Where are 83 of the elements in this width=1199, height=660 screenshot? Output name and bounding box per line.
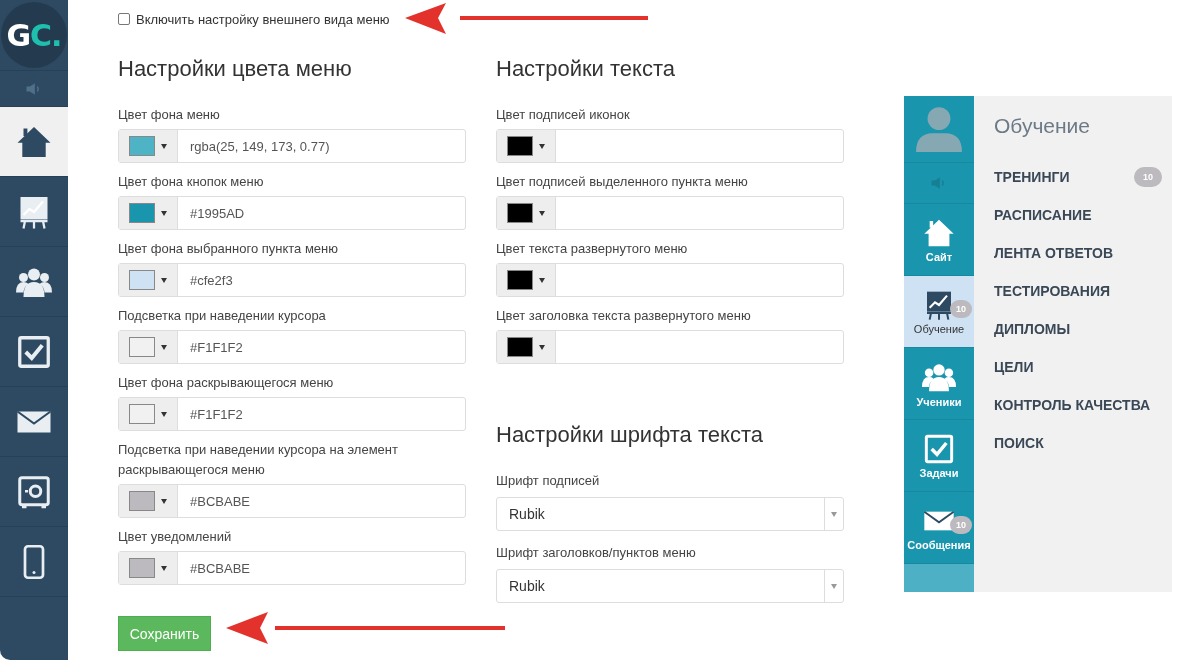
menu-item[interactable]: ЦЕЛИ — [994, 359, 1034, 375]
field-label: Шрифт заголовков/пунктов меню — [496, 544, 697, 562]
section-title: Настройки цвета меню — [118, 55, 352, 83]
safe-icon — [16, 473, 52, 510]
menu-button[interactable]: Ученики — [904, 348, 974, 420]
logo[interactable]: GC. — [1, 2, 67, 68]
caret-icon — [539, 344, 545, 350]
field-label: Цвет фона кнопок меню — [118, 173, 265, 191]
color-swatch[interactable] — [507, 136, 533, 156]
color-input[interactable]: #BCBABE — [118, 551, 466, 585]
color-input[interactable]: #F1F1F2 — [118, 330, 466, 364]
menu-button-label: Задачи — [919, 466, 959, 479]
font-select[interactable]: Rubik — [496, 569, 844, 603]
menu-button-label: Сайт — [925, 250, 953, 263]
menu-item[interactable]: ТЕСТИРОВАНИЯ — [994, 283, 1111, 299]
menu-button[interactable]: Обучение 10 — [904, 276, 974, 348]
menu-item[interactable]: КОНТРОЛЬ КАЧЕСТВА — [994, 397, 1151, 413]
sidebar-item[interactable] — [0, 107, 68, 177]
color-swatch[interactable] — [507, 337, 533, 357]
caret-icon — [161, 143, 167, 149]
caret-icon — [539, 277, 545, 283]
field-label: Цвет фона выбранного пункта меню — [118, 240, 340, 258]
color-swatch[interactable] — [129, 491, 155, 511]
section-title: Настройки шрифта текста — [496, 421, 763, 449]
color-input[interactable]: #F1F1F2 — [118, 397, 466, 431]
color-input[interactable] — [496, 330, 844, 364]
field-label: Шрифт подписей — [496, 472, 601, 490]
menu-title: Обучение — [994, 114, 1092, 138]
color-swatch[interactable] — [129, 203, 155, 223]
caret-icon — [539, 143, 545, 149]
caret-icon — [831, 583, 837, 589]
menu-item[interactable]: ЛЕНТА ОТВЕТОВ — [994, 245, 1114, 261]
field-label: Подсветка при наведении курсора — [118, 307, 327, 325]
color-swatch[interactable] — [507, 270, 533, 290]
field-label: Цвет уведомлений — [118, 528, 233, 546]
field-label: Цвет заголовка текста развернутого меню — [496, 307, 752, 325]
color-swatch[interactable] — [129, 136, 155, 156]
color-input[interactable] — [496, 263, 844, 297]
color-input[interactable]: #cfe2f3 — [118, 263, 466, 297]
checkbox-tick-icon — [923, 432, 955, 465]
caret-icon — [831, 511, 837, 517]
caret-icon — [161, 210, 167, 216]
menu-item[interactable]: РАСПИСАНИЕ — [994, 207, 1092, 223]
count-badge: 10 — [1134, 167, 1162, 187]
field-label: Цвет подписей выделенного пункта меню — [496, 173, 749, 191]
color-swatch[interactable] — [507, 203, 533, 223]
caret-icon — [161, 411, 167, 417]
menu-button[interactable]: Сайт — [904, 204, 974, 276]
caret-icon — [161, 277, 167, 283]
menu-button-label: Сообщения — [907, 538, 971, 551]
checkbox-tick-icon — [16, 333, 52, 370]
count-badge: 10 — [950, 300, 972, 318]
caret-icon — [539, 210, 545, 216]
section-title: Настройки текста — [496, 55, 675, 83]
menu-item[interactable]: ДИПЛОМЫ — [994, 321, 1071, 337]
color-input[interactable]: rgba(25, 149, 173, 0.77) — [118, 129, 466, 163]
field-label: Цвет подписей иконок — [496, 106, 631, 124]
color-input[interactable]: #1995AD — [118, 196, 466, 230]
field-label: Цвет текста развернутого меню — [496, 240, 689, 258]
menu-button-label: Ученики — [916, 395, 962, 408]
color-input[interactable] — [496, 129, 844, 163]
menu-item[interactable]: ТРЕНИНГИ — [994, 169, 1070, 185]
checkbox[interactable] — [118, 13, 130, 25]
caret-icon — [161, 498, 167, 504]
avatar-silhouette-icon — [914, 104, 964, 154]
field-label: Цвет фона меню — [118, 106, 221, 124]
font-select[interactable]: Rubik — [496, 497, 844, 531]
field-label: Подсветка при наведении курсора на элемент раскрывающегося меню — [118, 441, 399, 479]
menu-button[interactable]: Сообщения 10 — [904, 492, 974, 564]
menu-button[interactable]: Задачи — [904, 420, 974, 492]
caret-icon — [161, 344, 167, 350]
count-badge: 10 — [950, 516, 972, 534]
field-label: Цвет фона раскрывающегося меню — [118, 374, 335, 392]
color-input[interactable] — [496, 196, 844, 230]
color-input[interactable]: #BCBABE — [118, 484, 466, 518]
checkbox-label: Включить настройку внешнего вида меню — [136, 11, 390, 27]
menu-item[interactable]: ПОИСК — [994, 435, 1044, 451]
color-swatch[interactable] — [129, 270, 155, 290]
caret-icon — [161, 565, 167, 571]
color-swatch[interactable] — [129, 558, 155, 578]
menu-button-label: Обучение — [913, 322, 965, 335]
color-swatch[interactable] — [129, 404, 155, 424]
color-swatch[interactable] — [129, 337, 155, 357]
